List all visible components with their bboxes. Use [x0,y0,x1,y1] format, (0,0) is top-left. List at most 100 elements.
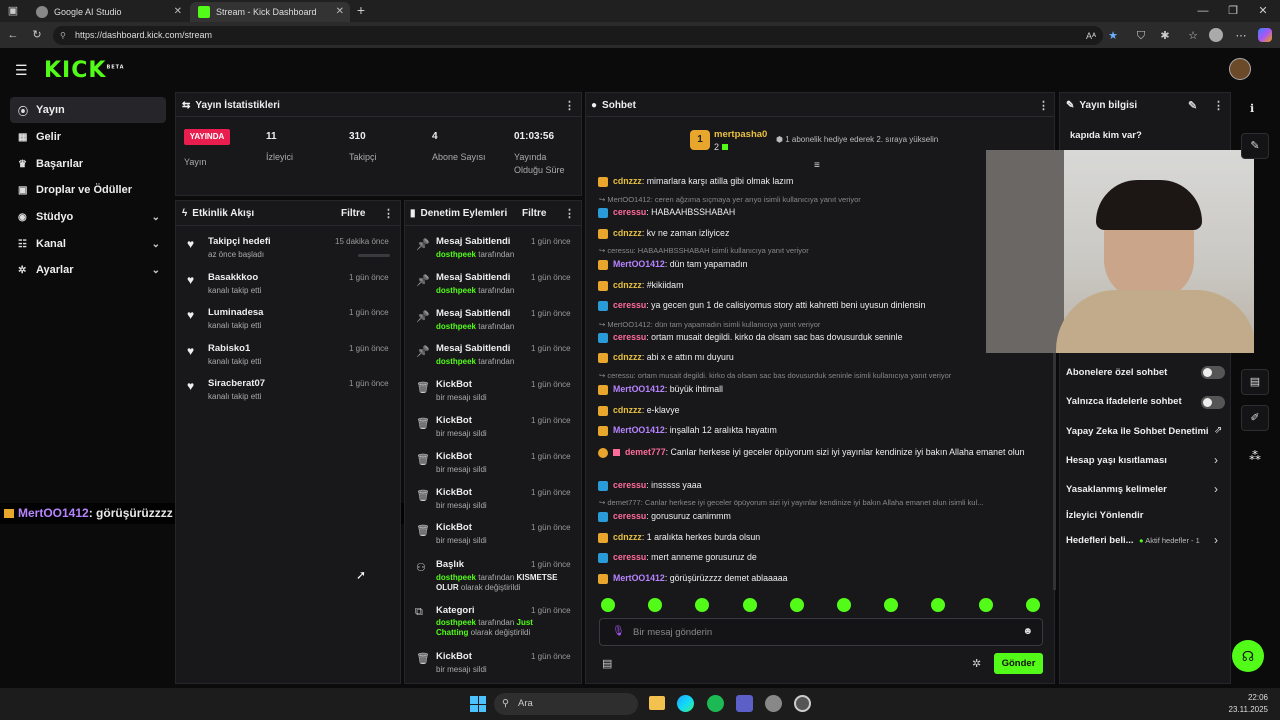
tab-google-ai-studio[interactable]: Google AI Studio ✕ [28,2,188,22]
chat-username[interactable]: cdnzzz [613,405,642,415]
activity-more-icon[interactable]: ⋮ [383,207,394,220]
chevron-right-icon[interactable]: › [1214,533,1218,547]
chat-username[interactable]: ceressu [613,511,646,521]
sidebar-item-yayin[interactable]: ⦿ Yayın [10,97,166,123]
gifter-name[interactable]: mertpasha0 [714,129,767,140]
emote-icon[interactable] [601,598,615,612]
close-window-icon[interactable]: ✕ [1256,4,1270,18]
chat-username[interactable]: cdnzzz [613,176,642,186]
microphone-icon[interactable]: 🎙 [612,626,625,637]
setting-banned-words[interactable]: Yasaklanmış kelimeler [1066,484,1167,495]
chat-username[interactable]: ceressu [613,480,646,490]
chat-username[interactable]: MertOO1412 [613,384,665,394]
shield-icon[interactable]: ⛉ [1134,29,1148,43]
chat-username[interactable]: MertOO1412 [613,573,665,583]
support-headset-icon[interactable]: ☊ [1232,640,1264,672]
mod-row-user[interactable]: dosthpeek [436,322,476,331]
setting-ai-moderation[interactable]: Yapay Zeka ile Sohbet Denetimi [1066,426,1209,437]
chat-username[interactable]: ceressu [613,552,646,562]
activity-filter-button[interactable]: Filtre [341,208,365,219]
refresh-icon[interactable]: ↻ [30,28,44,42]
tab-actions-icon[interactable]: ▣ [6,4,20,18]
rail-wrench-button[interactable]: ✐ [1241,405,1269,431]
favorite-star-icon[interactable]: ★ [1106,29,1120,43]
extensions-icon[interactable]: ✱ [1158,29,1172,43]
chat-username[interactable]: cdnzzz [613,280,642,290]
site-info-icon[interactable]: ⚲ [60,26,66,45]
moderation-filter-button[interactable]: Filtre [522,208,546,219]
sidebar-item-gelir[interactable]: ▦ Gelir [10,124,166,150]
emote-icon[interactable] [1025,598,1040,612]
emote-icon[interactable] [837,598,851,612]
chat-username[interactable]: demet777 [625,447,666,457]
copilot-icon[interactable] [1258,28,1272,42]
windows-start-icon[interactable] [470,696,486,712]
sidebar-item-kanal[interactable]: ☷ Kanal ⌄ [10,231,166,257]
user-avatar[interactable] [1229,58,1251,80]
read-aloud-icon[interactable]: Aᴬ [1084,29,1098,43]
sub-only-toggle[interactable] [1201,366,1225,379]
profile-avatar[interactable] [1209,28,1223,42]
chat-settings-gear-icon[interactable]: ✲ [972,657,981,670]
back-icon[interactable]: ← [6,28,20,42]
new-tab-icon[interactable]: + [354,3,368,17]
mod-row-user[interactable]: dosthpeek [436,357,476,366]
chat-username[interactable]: ceressu [613,332,646,342]
gift-shop-icon[interactable]: ▤ [602,657,612,670]
mod-row-user[interactable]: dosthpeek [436,250,476,259]
info-icon[interactable]: ℹ [1250,102,1254,115]
chat-more-icon[interactable]: ⋮ [1038,99,1049,112]
chat-username[interactable]: ceressu [613,300,646,310]
moderation-more-icon[interactable]: ⋮ [564,207,575,220]
mod-row-time: 1 gün önce [531,380,571,390]
chat-username[interactable]: cdnzzz [613,352,642,362]
chat-username[interactable]: MertOO1412 [613,425,665,435]
chevron-right-icon[interactable]: › [1214,482,1218,496]
obs-icon[interactable] [794,695,811,712]
stream-info-more-icon[interactable]: ⋮ [1213,99,1224,112]
chat-username[interactable]: cdnzzz [613,532,642,542]
close-tab-icon[interactable]: ✕ [336,6,344,17]
rail-edit-button[interactable]: ✎ [1241,133,1269,159]
settings-app-icon[interactable] [765,695,782,712]
kick-logo[interactable]: KICKBETA [44,58,125,83]
setting-account-age[interactable]: Hesap yaşı kısıtlaması [1066,455,1167,466]
external-link-icon[interactable]: ⇗ [1214,425,1222,436]
teams-icon[interactable] [736,695,753,712]
chevron-right-icon[interactable]: › [1214,453,1218,467]
emote-icon[interactable] [789,598,804,612]
emote-icon[interactable] [742,598,757,612]
spotify-icon[interactable] [707,695,724,712]
setting-raid[interactable]: İzleyici Yönlendir [1066,510,1143,521]
sidebar-item-ayarlar[interactable]: ✲ Ayarlar ⌄ [10,257,166,283]
emote-only-toggle[interactable] [1201,396,1225,409]
rail-share-icon[interactable]: ⁂ [1249,449,1261,463]
sidebar-item-basarilar[interactable]: ♛ Başarılar [10,151,166,177]
rail-layout-button[interactable]: ▤ [1241,369,1269,395]
mod-row-user[interactable]: dosthpeek [436,286,476,295]
chat-username[interactable]: MertOO1412 [613,259,665,269]
chat-username[interactable]: cdnzzz [613,228,642,238]
chat-username[interactable]: ceressu [613,207,646,217]
minimize-icon[interactable]: — [1196,4,1210,18]
taskbar-search[interactable]: ⚲ Ara [494,693,638,715]
collections-icon[interactable]: ☆ [1186,29,1200,43]
hamburger-menu-icon[interactable]: ☰ [15,62,31,79]
send-button[interactable]: Gönder [994,653,1043,674]
maximize-icon[interactable]: ❐ [1226,4,1240,18]
edge-browser-icon[interactable] [677,695,694,712]
setting-goals[interactable]: Hedefleri beli... [1066,535,1134,546]
tab-kick-dashboard[interactable]: Stream - Kick Dashboard ✕ [190,2,350,22]
sidebar-item-droplar[interactable]: ▣ Droplar ve Ödüller [10,177,166,203]
address-field[interactable]: ⚲ https://dashboard.kick.com/stream [53,26,1103,45]
close-tab-icon[interactable]: ✕ [174,6,182,17]
pinned-toggle-icon[interactable]: ≡ [814,160,820,171]
file-explorer-icon[interactable] [649,696,665,710]
edit-pencil-icon[interactable]: ✎ [1188,99,1197,112]
emote-icon[interactable] [978,598,993,612]
stats-more-icon[interactable]: ⋮ [564,99,575,112]
chat-input[interactable]: 🎙 Bir mesaj gönderin ☻ [599,618,1043,646]
sidebar-item-studyo[interactable]: ◉ Stüdyo ⌄ [10,204,166,230]
more-menu-icon[interactable]: ⋯ [1234,29,1248,43]
emoji-icon[interactable]: ☻ [1022,626,1033,637]
